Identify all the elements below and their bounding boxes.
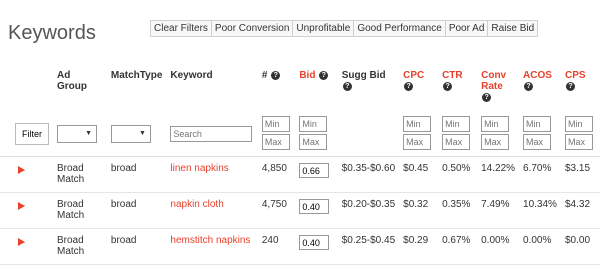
expand-arrow-icon[interactable] — [18, 202, 25, 210]
filter-button[interactable]: Filter — [15, 123, 49, 145]
sugg-bid-cell: $0.35-$0.60 — [337, 156, 400, 193]
acos-max-input[interactable] — [523, 134, 552, 150]
bid-input[interactable] — [299, 235, 330, 250]
help-icon[interactable]: ? — [319, 70, 329, 80]
ctr-min-input[interactable] — [442, 116, 471, 132]
conv-rate-min-input[interactable] — [481, 116, 510, 132]
cpc-cell: $0.32 — [399, 192, 439, 229]
unprofitable-button[interactable]: Unprofitable — [292, 20, 355, 37]
table-row: BroadMatch broad napkin cloth 4,750 $0.2… — [0, 192, 600, 229]
expand-arrow-icon[interactable] — [18, 166, 25, 174]
cps-cell: $4.32 — [561, 192, 600, 229]
num-cell: 240 — [257, 228, 296, 265]
table-row: BroadMatch broad linen napkins 4,850 $0.… — [0, 156, 600, 193]
acos-cell: 10.34% — [519, 192, 561, 229]
bid-input[interactable] — [299, 199, 330, 214]
help-icon[interactable]: ? — [271, 70, 281, 80]
conv-rate-max-input[interactable] — [481, 134, 510, 150]
match-type-select[interactable]: ▼ — [110, 125, 151, 143]
clear-filters-button[interactable]: Clear Filters — [150, 20, 212, 37]
header-bid[interactable]: Bid ? — [295, 60, 337, 112]
raise-bid-button[interactable]: Raise Bid — [487, 20, 539, 37]
keyword-search-input[interactable] — [170, 126, 253, 142]
header-cpc[interactable]: CPC ? — [399, 60, 438, 112]
keyword-link[interactable]: hemstitch napkins — [170, 235, 250, 246]
header-conv-rate[interactable]: Conv Rate ? — [477, 60, 519, 112]
cps-max-input[interactable] — [565, 134, 593, 150]
header-keyword[interactable]: Keyword — [166, 60, 257, 112]
poor-conversion-button[interactable]: Poor Conversion — [210, 20, 294, 37]
header-ctr[interactable]: CTR ? — [438, 60, 477, 112]
num-min-input[interactable] — [261, 116, 290, 132]
header-num[interactable]: # ? — [258, 60, 295, 112]
header-acos[interactable]: ACOS? — [519, 60, 561, 112]
cpc-max-input[interactable] — [403, 134, 432, 150]
ad-group-cell: Broad Match — [53, 228, 107, 265]
num-cell: 4,750 — [257, 192, 296, 229]
ctr-cell: 0.35% — [438, 192, 478, 229]
bid-input[interactable] — [299, 163, 330, 178]
conv-rate-cell: 7.49% — [477, 192, 520, 229]
help-icon[interactable]: ? — [404, 81, 414, 91]
match-type-cell: broad — [106, 156, 167, 193]
conv-rate-cell: 14.22% — [477, 156, 520, 193]
bid-min-input[interactable] — [299, 116, 328, 132]
num-max-input[interactable] — [261, 134, 290, 150]
keywords-table: Ad Group MatchType Keyword # ? Bid ? Sug… — [0, 60, 600, 265]
header-row: Ad Group MatchType Keyword # ? Bid ? Sug… — [0, 60, 600, 112]
expand-arrow-icon[interactable] — [18, 238, 25, 246]
page-title: Keywords — [8, 22, 96, 44]
acos-cell: 0.00% — [519, 228, 561, 265]
match-type-cell: broad — [106, 228, 167, 265]
ad-group-cell: Broad Match — [53, 156, 107, 193]
ctr-cell: 0.67% — [438, 228, 478, 265]
header-sugg-bid[interactable]: Sugg Bid ? — [338, 60, 399, 112]
acos-cell: 6.70% — [519, 156, 561, 193]
filter-row: Filter ▼ ▼ — [0, 112, 600, 157]
acos-min-input[interactable] — [523, 116, 552, 132]
header-expand — [0, 60, 53, 112]
cps-cell: $0.00 — [561, 228, 600, 265]
quick-filter-bar: Clear Filters Poor Conversion Unprofitab… — [150, 20, 539, 37]
cps-cell: $3.15 — [561, 156, 600, 193]
conv-rate-cell: 0.00% — [477, 228, 520, 265]
cpc-cell: $0.29 — [399, 228, 439, 265]
sugg-bid-cell: $0.20-$0.35 — [337, 192, 400, 229]
ctr-max-input[interactable] — [442, 134, 471, 150]
cpc-cell: $0.45 — [399, 156, 439, 193]
ad-group-cell: Broad Match — [53, 192, 107, 229]
help-icon[interactable]: ? — [482, 92, 492, 102]
match-type-cell: broad — [106, 192, 167, 229]
help-icon[interactable]: ? — [443, 81, 453, 91]
table-row: BroadMatch broad hemstitch napkins 240 $… — [0, 228, 600, 265]
good-performance-button[interactable]: Good Performance — [353, 20, 446, 37]
poor-ad-button[interactable]: Poor Ad — [444, 20, 489, 37]
help-icon[interactable]: ? — [342, 81, 352, 91]
help-icon[interactable]: ? — [566, 81, 575, 91]
cpc-min-input[interactable] — [403, 116, 432, 132]
ad-group-select[interactable]: ▼ — [57, 125, 97, 143]
num-cell: 4,850 — [257, 156, 296, 193]
ctr-cell: 0.50% — [438, 156, 478, 193]
header-ad-group[interactable]: Ad Group — [53, 60, 107, 112]
header-match-type[interactable]: MatchType — [107, 60, 167, 112]
cps-min-input[interactable] — [565, 116, 593, 132]
keyword-link[interactable]: napkin cloth — [170, 199, 223, 210]
help-icon[interactable]: ? — [524, 81, 534, 91]
keyword-link[interactable]: linen napkins — [170, 163, 228, 174]
bid-max-input[interactable] — [299, 134, 328, 150]
header-cps[interactable]: CPS ? — [561, 60, 600, 112]
sugg-bid-cell: $0.25-$0.45 — [337, 228, 400, 265]
